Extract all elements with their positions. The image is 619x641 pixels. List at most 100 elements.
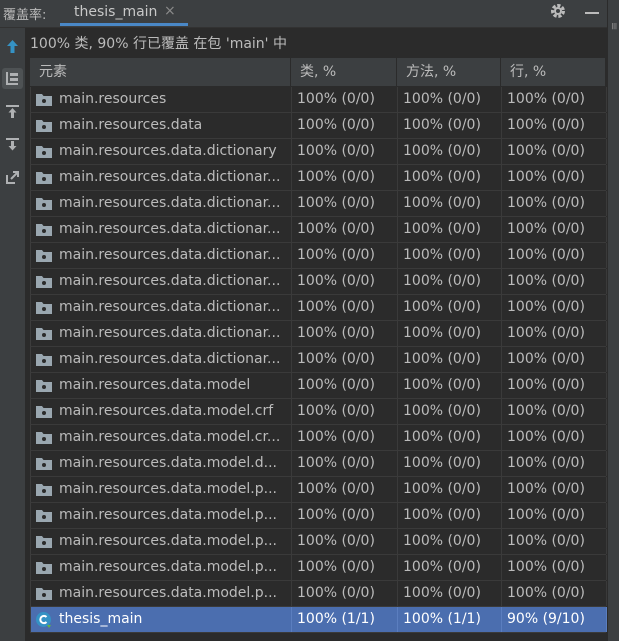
line-coverage-cell: 100% (0/0) [502, 373, 607, 398]
table-row[interactable]: main.resources.data.dictionar... 100% (0/… [30, 191, 607, 217]
table-row[interactable]: main.resources.data.model 100% (0/0) 100% … [30, 373, 607, 399]
element-cell: main.resources.data.dictionar... [31, 269, 292, 294]
package-folder-icon [36, 354, 52, 366]
table-row[interactable]: main.resources.data 100% (0/0) 100% (0/0) 1… [30, 113, 607, 139]
package-folder-icon [36, 172, 52, 184]
strip-icon[interactable]: ≡ [608, 22, 619, 30]
table-row[interactable]: main.resources.data.dictionar... 100% (0/… [30, 321, 607, 347]
package-folder-icon [36, 458, 52, 470]
method-coverage-cell: 100% (0/0) [398, 269, 502, 294]
column-header-class[interactable]: 类, % [291, 58, 397, 86]
element-name: main.resources.data.model.p... [59, 481, 277, 497]
method-coverage-cell: 100% (0/0) [398, 399, 502, 424]
left-toolbar [0, 28, 25, 641]
element-name: main.resources.data.dictionary [59, 143, 277, 159]
method-coverage-cell: 100% (0/0) [398, 425, 502, 450]
line-coverage-cell: 100% (0/0) [502, 347, 607, 372]
line-coverage-cell: 100% (0/0) [502, 269, 607, 294]
column-header-line[interactable]: 行, % [501, 58, 606, 86]
table-row[interactable]: main.resources 100% (0/0) 100% (0/0) 100% (… [30, 87, 607, 113]
element-name: main.resources.data.model.cr... [59, 429, 281, 445]
element-cell: main.resources.data.dictionar... [31, 217, 292, 242]
element-name: thesis_main [59, 611, 143, 627]
line-coverage-cell: 100% (0/0) [502, 581, 607, 606]
table-row[interactable]: main.resources.data.dictionar... 100% (0/… [30, 295, 607, 321]
package-folder-icon [36, 328, 52, 340]
line-coverage-cell: 100% (0/0) [502, 87, 607, 112]
right-side-strip: ≡ [607, 0, 619, 641]
table-row[interactable]: main.resources.data.model.d... 100% (0/0)… [30, 451, 607, 477]
minimize-icon[interactable] [585, 12, 599, 14]
line-coverage-cell: 100% (0/0) [502, 399, 607, 424]
element-name: main.resources.data.dictionar... [59, 221, 281, 237]
line-coverage-cell: 100% (0/0) [502, 503, 607, 528]
class-coverage-cell: 100% (0/0) [292, 451, 398, 476]
column-header-element[interactable]: 元素 [30, 58, 291, 86]
element-cell: main.resources.data.dictionar... [31, 347, 292, 372]
element-cell: main.resources.data.dictionar... [31, 165, 292, 190]
tool-window-header: 覆盖率: thesis_main × [0, 0, 619, 28]
element-cell: main.resources.data [31, 113, 292, 138]
column-header-method[interactable]: 方法, % [397, 58, 501, 86]
package-folder-icon [36, 198, 52, 210]
close-icon[interactable]: × [164, 3, 176, 19]
table-row[interactable]: main.resources.data.dictionar... 100% (0/… [30, 347, 607, 373]
element-cell: main.resources.data.dictionar... [31, 243, 292, 268]
method-coverage-cell: 100% (0/0) [398, 555, 502, 580]
element-name: main.resources.data.model.d... [59, 455, 277, 471]
table-row[interactable]: main.resources.data.model.p... 100% (0/0)… [30, 503, 607, 529]
package-folder-icon [36, 432, 52, 444]
table-row[interactable]: main.resources.data.model.crf 100% (0/0) 1… [30, 399, 607, 425]
table-row[interactable]: main.resources.data.dictionary 100% (0/0)… [30, 139, 607, 165]
element-cell: main.resources.data.model.d... [31, 451, 292, 476]
table-row[interactable]: thesis_main 100% (1/1) 100% (1/1) 90% (9/10… [30, 607, 607, 633]
element-cell: main.resources.data.model.crf [31, 399, 292, 424]
line-coverage-cell: 100% (0/0) [502, 113, 607, 138]
table-row[interactable]: main.resources.data.dictionar... 100% (0/… [30, 243, 607, 269]
table-row[interactable]: main.resources.data.model.p... 100% (0/0)… [30, 555, 607, 581]
class-coverage-cell: 100% (0/0) [292, 269, 398, 294]
line-coverage-cell: 100% (0/0) [502, 321, 607, 346]
class-coverage-cell: 100% (0/0) [292, 555, 398, 580]
package-folder-icon [36, 380, 52, 392]
table-row[interactable]: main.resources.data.model.cr... 100% (0/0… [30, 425, 607, 451]
table-row[interactable]: main.resources.data.dictionar... 100% (0/… [30, 217, 607, 243]
element-cell: main.resources.data.model.p... [31, 555, 292, 580]
tab-thesis-main[interactable]: thesis_main × [60, 0, 188, 26]
export-icon[interactable] [2, 134, 23, 155]
method-coverage-cell: 100% (0/0) [398, 295, 502, 320]
class-coverage-cell: 100% (0/0) [292, 139, 398, 164]
table-row[interactable]: main.resources.data.model.p... 100% (0/0)… [30, 581, 607, 607]
element-cell: main.resources.data.model.p... [31, 581, 292, 606]
line-coverage-cell: 100% (0/0) [502, 425, 607, 450]
element-cell: main.resources.data.dictionar... [31, 321, 292, 346]
table-row[interactable]: main.resources.data.dictionar... 100% (0/… [30, 269, 607, 295]
method-coverage-cell: 100% (0/0) [398, 243, 502, 268]
gear-icon[interactable] [549, 2, 567, 20]
method-coverage-cell: 100% (0/0) [398, 373, 502, 398]
table-body: main.resources 100% (0/0) 100% (0/0) 100% (… [30, 87, 607, 633]
open-external-icon[interactable] [2, 167, 23, 188]
table-row[interactable]: main.resources.data.model.p... 100% (0/0)… [30, 477, 607, 503]
element-cell: thesis_main [31, 607, 292, 632]
table-row[interactable]: main.resources.data.dictionar... 100% (0/… [30, 165, 607, 191]
method-coverage-cell: 100% (0/0) [398, 191, 502, 216]
flatten-packages-icon[interactable] [2, 68, 23, 89]
import-icon[interactable] [2, 101, 23, 122]
class-coverage-cell: 100% (0/0) [292, 581, 398, 606]
class-coverage-cell: 100% (1/1) [292, 607, 398, 632]
element-name: main.resources.data.model.crf [59, 403, 274, 419]
element-name: main.resources.data.model.p... [59, 585, 277, 601]
line-coverage-cell: 100% (0/0) [502, 295, 607, 320]
class-coverage-cell: 100% (0/0) [292, 399, 398, 424]
table-row[interactable]: main.resources.data.model.p... 100% (0/0)… [30, 529, 607, 555]
element-name: main.resources.data.model [59, 377, 251, 393]
element-name: main.resources.data.dictionar... [59, 247, 281, 263]
element-cell: main.resources.data.dictionar... [31, 191, 292, 216]
element-name: main.resources.data.dictionar... [59, 273, 281, 289]
class-coverage-cell: 100% (0/0) [292, 321, 398, 346]
line-coverage-cell: 100% (0/0) [502, 477, 607, 502]
element-cell: main.resources.data.dictionary [31, 139, 292, 164]
package-folder-icon [36, 484, 52, 496]
arrow-up-icon[interactable] [2, 36, 23, 57]
